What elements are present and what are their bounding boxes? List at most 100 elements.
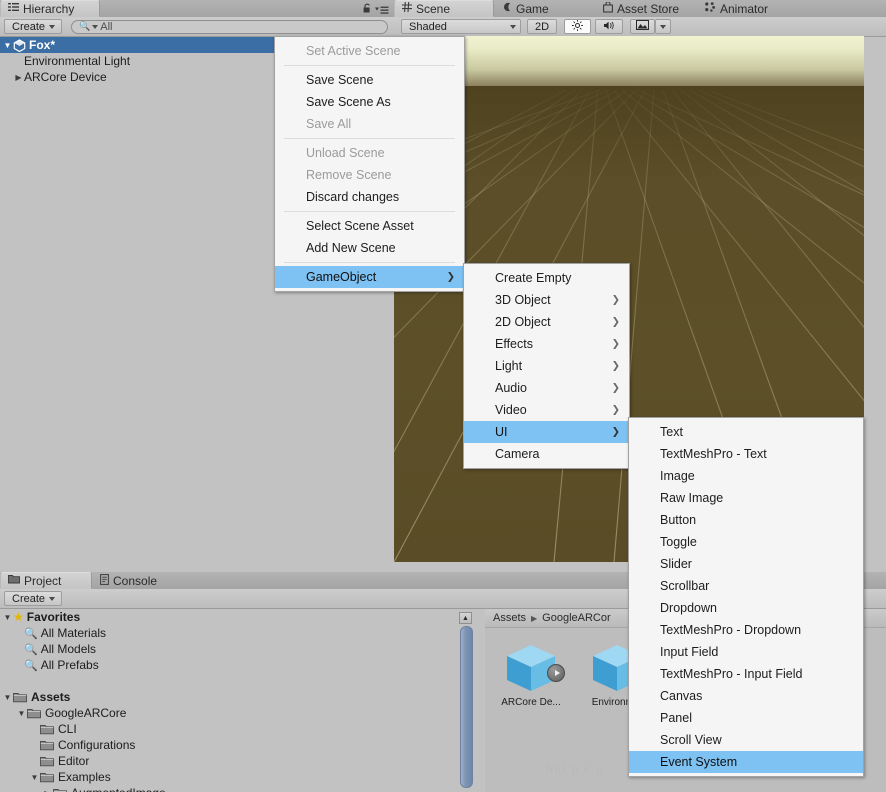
panel-menu-icon[interactable] [375, 4, 389, 18]
folder-icon [13, 692, 27, 703]
project-create-button[interactable]: Create [4, 591, 63, 606]
tab-project[interactable]: Project [0, 572, 92, 589]
project-item-label: Examples [58, 770, 111, 784]
project-item-all-models[interactable]: 🔍 All Models [0, 641, 455, 657]
scrollbar-thumb[interactable] [460, 626, 473, 788]
menu-item-2d-object[interactable]: 2D Object ❯ [464, 311, 629, 333]
menu-item-raw-image[interactable]: Raw Image [629, 487, 863, 509]
breadcrumb-item-assets[interactable]: Assets [493, 612, 526, 624]
project-item-all-materials[interactable]: 🔍 All Materials [0, 625, 455, 641]
project-item-label: Favorites [26, 610, 81, 624]
folder-icon [8, 574, 20, 587]
menu-item-select-scene-asset[interactable]: Select Scene Asset [275, 215, 464, 237]
menu-item-label: Text [660, 425, 683, 439]
toggle-2d-button[interactable]: 2D [527, 19, 558, 34]
caret-down-icon [49, 24, 56, 29]
hierarchy-create-button[interactable]: Create [4, 19, 63, 34]
menu-item-event-system[interactable]: Event System [629, 751, 863, 773]
menu-item-label: Effects [495, 337, 533, 351]
menu-item-button[interactable]: Button [629, 509, 863, 531]
project-item-examples[interactable]: ▼ Examples [0, 769, 455, 785]
menu-item-textmeshpro-text[interactable]: TextMeshPro - Text [629, 443, 863, 465]
menu-item-save-scene[interactable]: Save Scene [275, 69, 464, 91]
project-item-editor[interactable]: Editor [0, 753, 455, 769]
scene-context-menu[interactable]: Set Active Scene Save Scene Save Scene A… [274, 36, 465, 292]
tab-hierarchy[interactable]: Hierarchy [0, 0, 100, 17]
menu-item-set-active-scene[interactable]: Set Active Scene [275, 40, 464, 62]
menu-item-text[interactable]: Text [629, 421, 863, 443]
menu-item-light[interactable]: Light ❯ [464, 355, 629, 377]
menu-item-save-scene-as[interactable]: Save Scene As [275, 91, 464, 113]
hierarchy-icon [8, 2, 19, 16]
toggle-effects-button[interactable] [630, 19, 656, 34]
menu-item-remove-scene[interactable]: Remove Scene [275, 164, 464, 186]
project-item-configurations[interactable]: Configurations [0, 737, 455, 753]
tab-console[interactable]: Console [93, 572, 193, 589]
menu-item-scroll-view[interactable]: Scroll View [629, 729, 863, 751]
triangle-up-icon[interactable]: ▲ [459, 612, 472, 624]
project-item-all-prefabs[interactable]: 🔍 All Prefabs [0, 657, 455, 673]
menu-item-scrollbar[interactable]: Scrollbar [629, 575, 863, 597]
expand-triangle-right-icon[interactable]: ▶ [42, 789, 53, 792]
project-item-favorites[interactable]: ▼ ★ Favorites [0, 609, 455, 625]
toggle-audio-button[interactable] [595, 19, 624, 34]
menu-item-create-empty[interactable]: Create Empty [464, 267, 629, 289]
tab-animator-label: Animator [720, 1, 769, 16]
menu-item-panel[interactable]: Panel [629, 707, 863, 729]
menu-item-add-new-scene[interactable]: Add New Scene [275, 237, 464, 259]
project-item-assets[interactable]: ▼ Assets [0, 689, 455, 705]
shading-mode-dropdown[interactable]: Shaded [401, 19, 521, 34]
expand-triangle-down-icon[interactable]: ▼ [29, 773, 40, 782]
menu-item-label: Camera [495, 447, 540, 461]
tab-animator[interactable]: Animator [698, 0, 798, 17]
tab-game[interactable]: Game [495, 0, 595, 17]
menu-item-save-all[interactable]: Save All [275, 113, 464, 135]
toggle-lighting-button[interactable] [564, 19, 592, 34]
menu-item-dropdown[interactable]: Dropdown [629, 597, 863, 619]
menu-item-textmeshpro-dropdown[interactable]: TextMeshPro - Dropdown [629, 619, 863, 641]
tab-scene[interactable]: Scene [394, 0, 494, 17]
menu-item-toggle[interactable]: Toggle [629, 531, 863, 553]
project-tree[interactable]: ▼ ★ Favorites 🔍 All Materials 🔍 All Mode… [0, 609, 455, 792]
caret-down-icon [660, 24, 667, 29]
menu-item-gameobject[interactable]: GameObject ❯ [275, 266, 464, 288]
menu-item-video[interactable]: Video ❯ [464, 399, 629, 421]
project-item-augmentedimage[interactable]: ▶ AugmentedImage [0, 785, 455, 792]
expand-triangle-down-icon[interactable]: ▼ [2, 41, 13, 50]
breadcrumb-item-googlearcore[interactable]: GoogleARCor [542, 612, 610, 624]
menu-item-slider[interactable]: Slider [629, 553, 863, 575]
menu-item-textmeshpro-input-field[interactable]: TextMeshPro - Input Field [629, 663, 863, 685]
effects-dropdown-button[interactable] [655, 19, 672, 34]
expand-triangle-down-icon[interactable]: ▼ [16, 709, 27, 718]
menu-separator [284, 262, 455, 263]
project-item-label: GoogleARCore [45, 706, 127, 720]
menu-item-input-field[interactable]: Input Field [629, 641, 863, 663]
menu-item-camera[interactable]: Camera [464, 443, 629, 465]
lock-open-icon[interactable] [363, 3, 372, 17]
menu-item-image[interactable]: Image [629, 465, 863, 487]
tab-asset-store[interactable]: Asset Store [596, 0, 698, 17]
toggle-2d-label: 2D [535, 20, 550, 33]
menu-item-effects[interactable]: Effects ❯ [464, 333, 629, 355]
expand-triangle-down-icon[interactable]: ▼ [2, 693, 13, 702]
store-bag-icon [603, 0, 613, 16]
expand-triangle-right-icon[interactable]: ▶ [13, 73, 24, 82]
menu-item-audio[interactable]: Audio ❯ [464, 377, 629, 399]
chevron-right-icon: ❯ [611, 426, 620, 438]
hierarchy-item-label: Fox* [29, 38, 56, 52]
menu-item-ui[interactable]: UI ❯ [464, 421, 629, 443]
ui-submenu[interactable]: Text TextMeshPro - Text Image Raw Image … [628, 417, 864, 777]
hierarchy-search-input[interactable]: 🔍 All [71, 19, 388, 34]
expand-triangle-down-icon[interactable]: ▼ [2, 613, 13, 622]
project-item-googlearcore[interactable]: ▼ GoogleARCore [0, 705, 455, 721]
project-tree-scrollbar[interactable]: ▲ [459, 612, 473, 788]
search-saved-icon: 🔍 [24, 627, 38, 640]
menu-item-label: GameObject [306, 270, 377, 284]
menu-item-canvas[interactable]: Canvas [629, 685, 863, 707]
menu-item-discard-changes[interactable]: Discard changes [275, 186, 464, 208]
menu-separator [284, 138, 455, 139]
project-item-cli[interactable]: CLI [0, 721, 455, 737]
gameobject-submenu[interactable]: Create Empty 3D Object ❯ 2D Object ❯ Eff… [463, 263, 630, 469]
menu-item-3d-object[interactable]: 3D Object ❯ [464, 289, 629, 311]
menu-item-unload-scene[interactable]: Unload Scene [275, 142, 464, 164]
